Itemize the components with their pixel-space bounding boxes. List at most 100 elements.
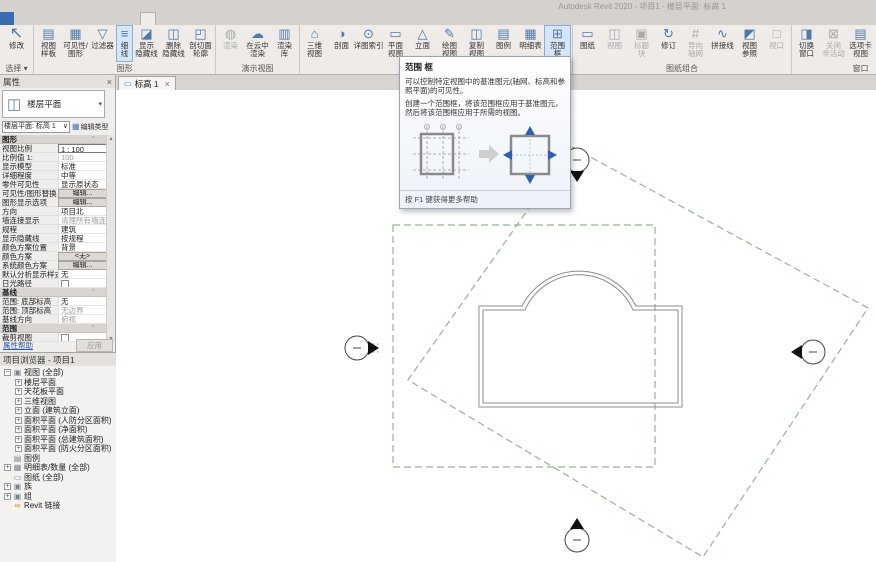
close-icon[interactable]: ×: [107, 77, 112, 87]
edit-type-button[interactable]: ▦ 编辑类型: [72, 122, 109, 132]
ribbon-button[interactable]: ▤ 选项卡 视图: [847, 25, 874, 62]
ribbon-tab[interactable]: [84, 12, 98, 25]
ribbon-button[interactable]: ◰ 剖切面 轮廓: [187, 25, 214, 62]
ribbon-tab[interactable]: [42, 12, 56, 25]
expand-icon[interactable]: +: [4, 464, 11, 471]
expand-icon[interactable]: [4, 502, 11, 509]
property-value[interactable]: 编辑...: [58, 198, 107, 207]
property-value[interactable]: 1 : 100: [58, 144, 107, 153]
expand-icon[interactable]: +: [15, 398, 22, 405]
ribbon-button[interactable]: ∿ 拼接线: [709, 25, 736, 62]
property-value[interactable]: 建筑: [58, 225, 107, 234]
expand-icon[interactable]: +: [15, 388, 22, 395]
ribbon-button[interactable]: ◫ 视图: [601, 25, 628, 62]
property-row[interactable]: 默认分析显示样式 无: [0, 270, 107, 279]
ribbon-tab[interactable]: [112, 12, 126, 25]
expand-icon[interactable]: +: [4, 483, 11, 490]
ribbon-tab[interactable]: [170, 12, 184, 25]
ribbon-button[interactable]: ↖ 修改: [1, 25, 32, 62]
ribbon-button[interactable]: ▥ 渲染 库: [271, 25, 298, 62]
expand-icon[interactable]: −: [4, 369, 11, 376]
property-value[interactable]: [58, 279, 107, 288]
view-tab-level1[interactable]: ▭ 标高 1 ×: [118, 76, 176, 90]
ribbon-group-label[interactable]: 图形: [35, 63, 214, 74]
property-value[interactable]: 清理所有墙连接: [58, 216, 107, 225]
property-value[interactable]: 无: [58, 297, 107, 306]
building-outline-outer[interactable]: [479, 271, 682, 407]
ribbon-group-label[interactable]: 演示视图: [217, 63, 298, 74]
property-row[interactable]: 图形显示选项 编辑...: [0, 198, 107, 207]
property-value[interactable]: 100: [58, 153, 107, 162]
ribbon-button[interactable]: ↻ 修订: [655, 25, 682, 62]
property-row[interactable]: 比例值 1: 100: [0, 153, 107, 162]
property-value[interactable]: <无>: [58, 252, 107, 261]
ribbon-tab[interactable]: [156, 12, 170, 25]
ribbon-button[interactable]: ◨ 切换 窗口: [793, 25, 820, 62]
property-row[interactable]: 范围: 底部标高 无: [0, 297, 107, 306]
property-row[interactable]: 范围: [0, 324, 107, 333]
property-value[interactable]: 按规程: [58, 234, 107, 243]
property-row[interactable]: 基线: [0, 288, 107, 297]
properties-help-link[interactable]: 属性帮助: [3, 340, 33, 351]
property-value[interactable]: 无边界: [58, 306, 107, 315]
ribbon-tab[interactable]: [98, 12, 112, 25]
property-row[interactable]: 图形: [0, 135, 107, 144]
ribbon-tab[interactable]: [140, 12, 156, 25]
property-row[interactable]: 日光路径: [0, 279, 107, 288]
ribbon-group-label[interactable]: 图纸组合: [574, 63, 790, 74]
property-row[interactable]: 系统颜色方案 编辑...: [0, 261, 107, 270]
ribbon-tab[interactable]: [198, 12, 212, 25]
ribbon-button[interactable]: ⌂ 三维 视图: [301, 25, 328, 62]
ribbon-button[interactable]: ◪ 显示 隐藏线: [133, 25, 160, 62]
property-row[interactable]: 颜色方案位置 背景: [0, 243, 107, 252]
expand-icon[interactable]: +: [15, 436, 22, 443]
ribbon-button[interactable]: □ 视口: [763, 25, 790, 62]
property-row[interactable]: 显示模型 标准: [0, 162, 107, 171]
property-row[interactable]: 可见性/图形替换 编辑...: [0, 189, 107, 198]
ribbon-button[interactable]: ▣ 标题 块: [628, 25, 655, 62]
property-value[interactable]: 无: [58, 270, 107, 279]
property-value[interactable]: [90, 135, 107, 143]
ribbon-tab[interactable]: [126, 12, 140, 25]
ribbon-button[interactable]: ☁ 在云中 渲染: [244, 25, 271, 62]
expand-icon[interactable]: +: [15, 426, 22, 433]
ribbon-button[interactable]: ▤ 视图 样板: [35, 25, 62, 62]
ribbon-button[interactable]: ▽ 过滤器: [89, 25, 116, 62]
apply-button[interactable]: 应用: [76, 339, 113, 352]
ribbon-button[interactable]: ◫ 删除 隐藏线: [160, 25, 187, 62]
building-outline-inner[interactable]: [483, 275, 678, 403]
property-value[interactable]: [90, 288, 107, 296]
property-row[interactable]: 墙连接显示 清理所有墙连接: [0, 216, 107, 225]
property-value[interactable]: 中等: [58, 171, 107, 180]
ribbon-button[interactable]: ▦ 可见性/ 图形: [62, 25, 89, 62]
ribbon-button[interactable]: # 导向 轴网: [682, 25, 709, 62]
ribbon-group-label[interactable]: 窗口: [793, 63, 876, 74]
expand-icon[interactable]: [4, 474, 11, 481]
ribbon-tab[interactable]: [28, 12, 42, 25]
ribbon-button[interactable]: ≡ 细 线: [116, 25, 133, 62]
expand-icon[interactable]: +: [4, 493, 11, 500]
ribbon-button[interactable]: ◑ 剖面: [328, 25, 355, 62]
ribbon-button[interactable]: ◩ 视图 参照: [736, 25, 763, 62]
property-value[interactable]: 显示原状态: [58, 180, 107, 189]
scrollbar[interactable]: ▴ ▾: [106, 135, 115, 342]
property-value[interactable]: [90, 324, 107, 332]
ribbon-button[interactable]: ▭ 图纸: [574, 25, 601, 62]
property-row[interactable]: 视图比例 1 : 100: [0, 144, 107, 153]
ribbon-tab[interactable]: [56, 12, 70, 25]
elevation-marker-west[interactable]: [345, 336, 379, 360]
property-row[interactable]: 基线方向 俯视: [0, 315, 107, 324]
ribbon-tab[interactable]: [70, 12, 84, 25]
ribbon-button[interactable]: ⊙ 详图索引: [355, 25, 382, 62]
type-selector[interactable]: ◫ 楼层平面 ▾: [2, 90, 105, 118]
ribbon-tab[interactable]: [14, 12, 28, 25]
instance-combobox[interactable]: 楼层平面: 标高 1 ∨: [2, 121, 70, 133]
close-icon[interactable]: ×: [165, 79, 170, 89]
property-value[interactable]: 标准: [58, 162, 107, 171]
property-row[interactable]: 显示隐藏线 按规程: [0, 234, 107, 243]
property-row[interactable]: 方向 项目北: [0, 207, 107, 216]
property-row[interactable]: 详细程度 中等: [0, 171, 107, 180]
property-value[interactable]: 编辑...: [58, 261, 107, 270]
ribbon-group-label[interactable]: 选择 ▾: [1, 63, 32, 74]
ribbon-button[interactable]: ◍ 渲染: [217, 25, 244, 62]
